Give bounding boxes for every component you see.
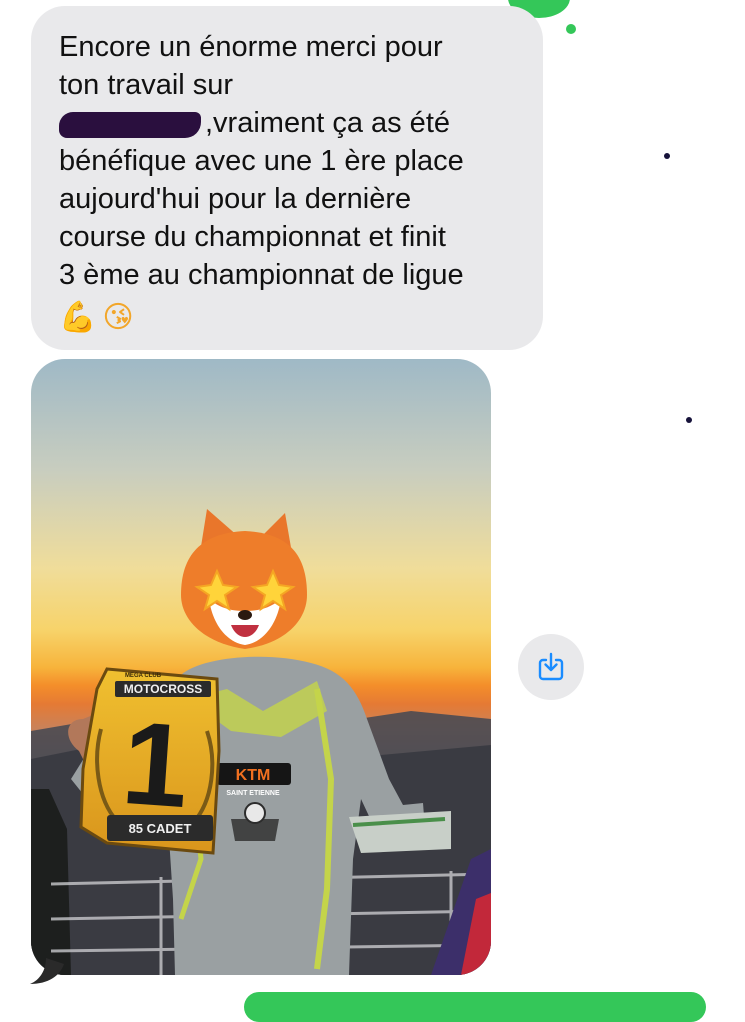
- shirt-brand: KTM: [236, 767, 271, 784]
- emoji-row: 💪 😘: [59, 298, 519, 338]
- redacted-name: [59, 112, 201, 138]
- sent-bubble-tail-dot: [566, 24, 576, 34]
- message-line-5: aujourd'hui pour la dernière: [59, 183, 412, 215]
- sent-bubble-bottom[interactable]: [244, 992, 706, 1022]
- received-message-bubble[interactable]: Encore un énorme merci pour ton travail …: [31, 6, 543, 350]
- message-line-6: course du championnat et finit: [59, 221, 446, 253]
- message-tail: [30, 958, 64, 984]
- message-line-7: 3 ème au championnat de ligue: [59, 259, 464, 291]
- sunset-photo: KTM SAINT ETIENNE MOTOCROSS MEGA CLUB 1 …: [31, 359, 491, 975]
- flexed-biceps-emoji: 💪: [59, 301, 97, 334]
- stray-dot: [664, 153, 670, 159]
- stray-dot: [686, 417, 692, 423]
- message-line-4: bénéfique avec une 1 ère place: [59, 145, 464, 177]
- face-blowing-kiss-emoji: 😘: [102, 301, 134, 334]
- sign-number: 1: [118, 697, 193, 833]
- sign-category: 85 CADET: [129, 821, 192, 836]
- download-to-photos-icon: [538, 652, 564, 681]
- photo-attachment[interactable]: KTM SAINT ETIENNE MOTOCROSS MEGA CLUB 1 …: [31, 359, 491, 975]
- message-line-2: ton travail sur: [59, 69, 234, 101]
- sign-top: MEGA CLUB: [125, 673, 162, 679]
- message-line-1: Encore un énorme merci pour: [59, 31, 443, 63]
- message-line-3: ,vraiment ça as été: [205, 107, 450, 139]
- sign-brand: MOTOCROSS: [124, 682, 202, 696]
- message-text: Encore un énorme merci pour ton travail …: [59, 28, 519, 294]
- shirt-sub: SAINT ETIENNE: [226, 790, 280, 797]
- save-to-photos-button[interactable]: [518, 634, 584, 700]
